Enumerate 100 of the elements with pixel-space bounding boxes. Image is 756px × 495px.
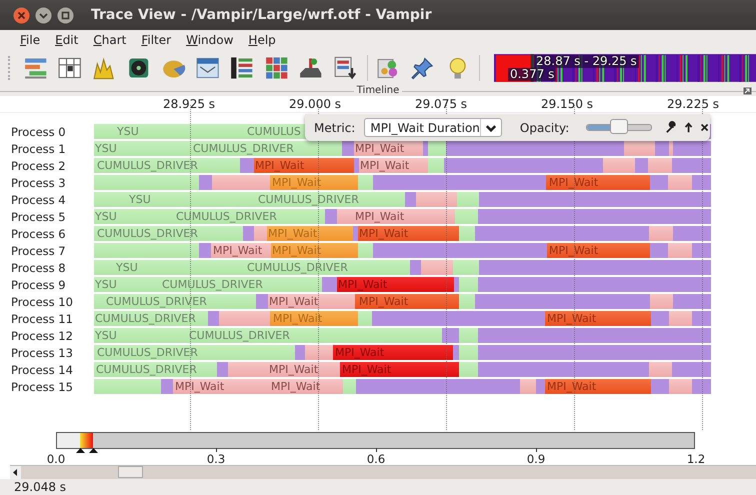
- function-block[interactable]: [673, 226, 711, 241]
- function-block[interactable]: MPI_Wait: [545, 379, 651, 394]
- function-block[interactable]: MPI_Wait: [268, 294, 355, 309]
- function-block[interactable]: [295, 345, 305, 360]
- close-icon[interactable]: [698, 121, 710, 134]
- function-block[interactable]: [648, 158, 672, 173]
- undock-icon[interactable]: [743, 87, 752, 95]
- function-block[interactable]: [603, 158, 635, 173]
- wrench-icon[interactable]: [666, 121, 678, 134]
- function-block[interactable]: [94, 379, 161, 394]
- function-block[interactable]: CUMULUS_DRIVER: [94, 345, 295, 360]
- function-block[interactable]: [649, 226, 673, 241]
- function-block[interactable]: YSU: [94, 328, 185, 343]
- function-block[interactable]: [358, 243, 373, 258]
- function-block[interactable]: CUMULUS_DRIVER: [170, 209, 325, 224]
- function-block[interactable]: [358, 175, 373, 190]
- function-block[interactable]: [410, 260, 421, 275]
- function-block[interactable]: [325, 209, 337, 224]
- function-block[interactable]: [372, 311, 545, 326]
- function-block[interactable]: [673, 294, 711, 309]
- function-block[interactable]: CUMULUS_DRIVER: [185, 328, 442, 343]
- function-block[interactable]: [199, 175, 212, 190]
- function-block[interactable]: MPI_Wait: [354, 141, 423, 156]
- function-block[interactable]: [455, 209, 478, 224]
- function-block[interactable]: [254, 226, 267, 241]
- function-block[interactable]: [479, 192, 711, 207]
- function-block[interactable]: MPI_Wait: [337, 209, 455, 224]
- function-block[interactable]: [478, 328, 711, 343]
- function-block[interactable]: [459, 294, 475, 309]
- function-block[interactable]: [692, 243, 711, 258]
- minimize-button[interactable]: [35, 6, 52, 24]
- function-block[interactable]: [373, 243, 547, 258]
- function-block[interactable]: [692, 175, 711, 190]
- function-block[interactable]: MPI_Wait: [268, 379, 343, 394]
- function-block[interactable]: [354, 158, 359, 173]
- function-block[interactable]: [536, 379, 545, 394]
- function-block[interactable]: MPI_Wait: [333, 345, 453, 360]
- function-block[interactable]: CUMULUS_DRIVER: [240, 192, 405, 207]
- function-block[interactable]: [650, 243, 668, 258]
- function-block[interactable]: MPI_Wait: [270, 311, 358, 326]
- function-block[interactable]: CUMULUS_DRIVER: [240, 260, 410, 275]
- function-block[interactable]: [240, 158, 254, 173]
- function-block[interactable]: [669, 141, 673, 156]
- function-block[interactable]: [208, 311, 219, 326]
- scroll-left-button[interactable]: [10, 466, 21, 479]
- function-block[interactable]: [353, 226, 358, 241]
- function-block[interactable]: [520, 379, 536, 394]
- function-block[interactable]: [94, 175, 199, 190]
- function-block[interactable]: [459, 328, 478, 343]
- function-block[interactable]: MPI_Wait: [545, 311, 651, 326]
- function-block[interactable]: CUMULUS_DRIVER: [94, 226, 243, 241]
- grid-icon[interactable]: [264, 55, 290, 81]
- function-block[interactable]: [669, 379, 692, 394]
- function-block[interactable]: [669, 311, 692, 326]
- function-block[interactable]: [358, 311, 372, 326]
- menu-item[interactable]: Filter: [135, 33, 180, 47]
- function-block[interactable]: [478, 362, 649, 377]
- function-block[interactable]: [217, 362, 228, 377]
- function-block[interactable]: [442, 328, 459, 343]
- function-block[interactable]: YSU: [94, 192, 240, 207]
- function-block[interactable]: [322, 277, 337, 292]
- function-block[interactable]: [668, 243, 692, 258]
- function-block[interactable]: [624, 141, 655, 156]
- function-block[interactable]: MPI_Wait: [271, 243, 358, 258]
- function-block[interactable]: [421, 260, 453, 275]
- function-block[interactable]: YSU: [94, 260, 240, 275]
- function-block[interactable]: MPI_Wait: [547, 243, 650, 258]
- function-block[interactable]: MPI_Wait: [211, 243, 271, 258]
- function-block[interactable]: [692, 379, 711, 394]
- function-block[interactable]: [453, 260, 479, 275]
- function-block[interactable]: [305, 345, 333, 360]
- pushpin-icon[interactable]: [410, 55, 436, 81]
- function-block[interactable]: [444, 158, 603, 173]
- maximize-button[interactable]: [57, 6, 74, 24]
- function-block[interactable]: [199, 243, 211, 258]
- function-block[interactable]: CUMULUS_DRIVER: [94, 311, 208, 326]
- function-block[interactable]: [405, 192, 416, 207]
- function-block[interactable]: [479, 260, 711, 275]
- list-icon[interactable]: [229, 55, 255, 81]
- envelope-icon[interactable]: [194, 55, 220, 81]
- function-block[interactable]: YSU: [94, 277, 160, 292]
- function-block[interactable]: [428, 158, 444, 173]
- function-block[interactable]: [649, 362, 672, 377]
- function-block[interactable]: [651, 379, 669, 394]
- function-block[interactable]: [219, 311, 270, 326]
- function-block[interactable]: [457, 192, 479, 207]
- scrollbar-thumb[interactable]: [118, 466, 143, 478]
- function-block[interactable]: MPI_Wait: [267, 226, 353, 241]
- function-block[interactable]: MPI_Wait: [340, 362, 459, 377]
- function-block[interactable]: [428, 141, 446, 156]
- function-block[interactable]: CUMULUS_DRIVER: [94, 362, 217, 377]
- function-block[interactable]: [94, 243, 199, 258]
- function-block[interactable]: MPI_Wait: [358, 226, 459, 241]
- slider-thumb[interactable]: [610, 119, 628, 134]
- function-block[interactable]: MPI_Wait: [254, 158, 354, 173]
- function-block[interactable]: [635, 158, 648, 173]
- metric-dropdown[interactable]: MPI_Wait Duration: [364, 118, 502, 137]
- function-block[interactable]: [475, 226, 649, 241]
- function-block[interactable]: CUMULUS_DRIVER: [190, 141, 342, 156]
- function-block[interactable]: [478, 277, 711, 292]
